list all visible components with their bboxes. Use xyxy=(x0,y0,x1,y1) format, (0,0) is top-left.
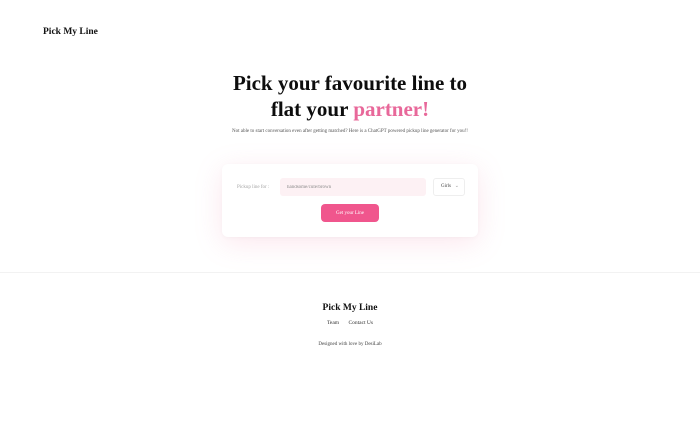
footer-brand: Pick My Line xyxy=(322,303,378,313)
brand-logo[interactable]: Pick My Line xyxy=(43,27,98,37)
chevron-down-icon: ⌄ xyxy=(454,184,459,189)
footer-credit: Designed with love by DesiLab xyxy=(318,342,382,347)
footer-link-contact[interactable]: Contact Us xyxy=(348,320,373,326)
footer-links: Team Contact Us xyxy=(0,320,700,326)
target-select-value: Girls xyxy=(441,184,451,189)
pickup-line-for-label: Pickup line for : xyxy=(237,185,270,190)
pickup-form-card: Pickup line for : Girls ⌄ Get your Line xyxy=(222,164,478,237)
hero-title: Pick your favourite line to flat your pa… xyxy=(0,70,700,122)
hero-title-line2-prefix: flat your xyxy=(270,97,354,121)
get-line-button[interactable]: Get your Line xyxy=(321,204,379,222)
footer-link-team[interactable]: Team xyxy=(327,320,339,326)
footer-divider xyxy=(0,272,700,273)
hero-subtitle: Not able to start conversation even afte… xyxy=(232,129,468,134)
hero-title-accent: partner! xyxy=(353,97,430,121)
target-select[interactable]: Girls ⌄ xyxy=(433,178,465,196)
pickup-keywords-input[interactable] xyxy=(280,178,426,196)
hero-title-line1: Pick your favourite line to xyxy=(232,71,468,95)
